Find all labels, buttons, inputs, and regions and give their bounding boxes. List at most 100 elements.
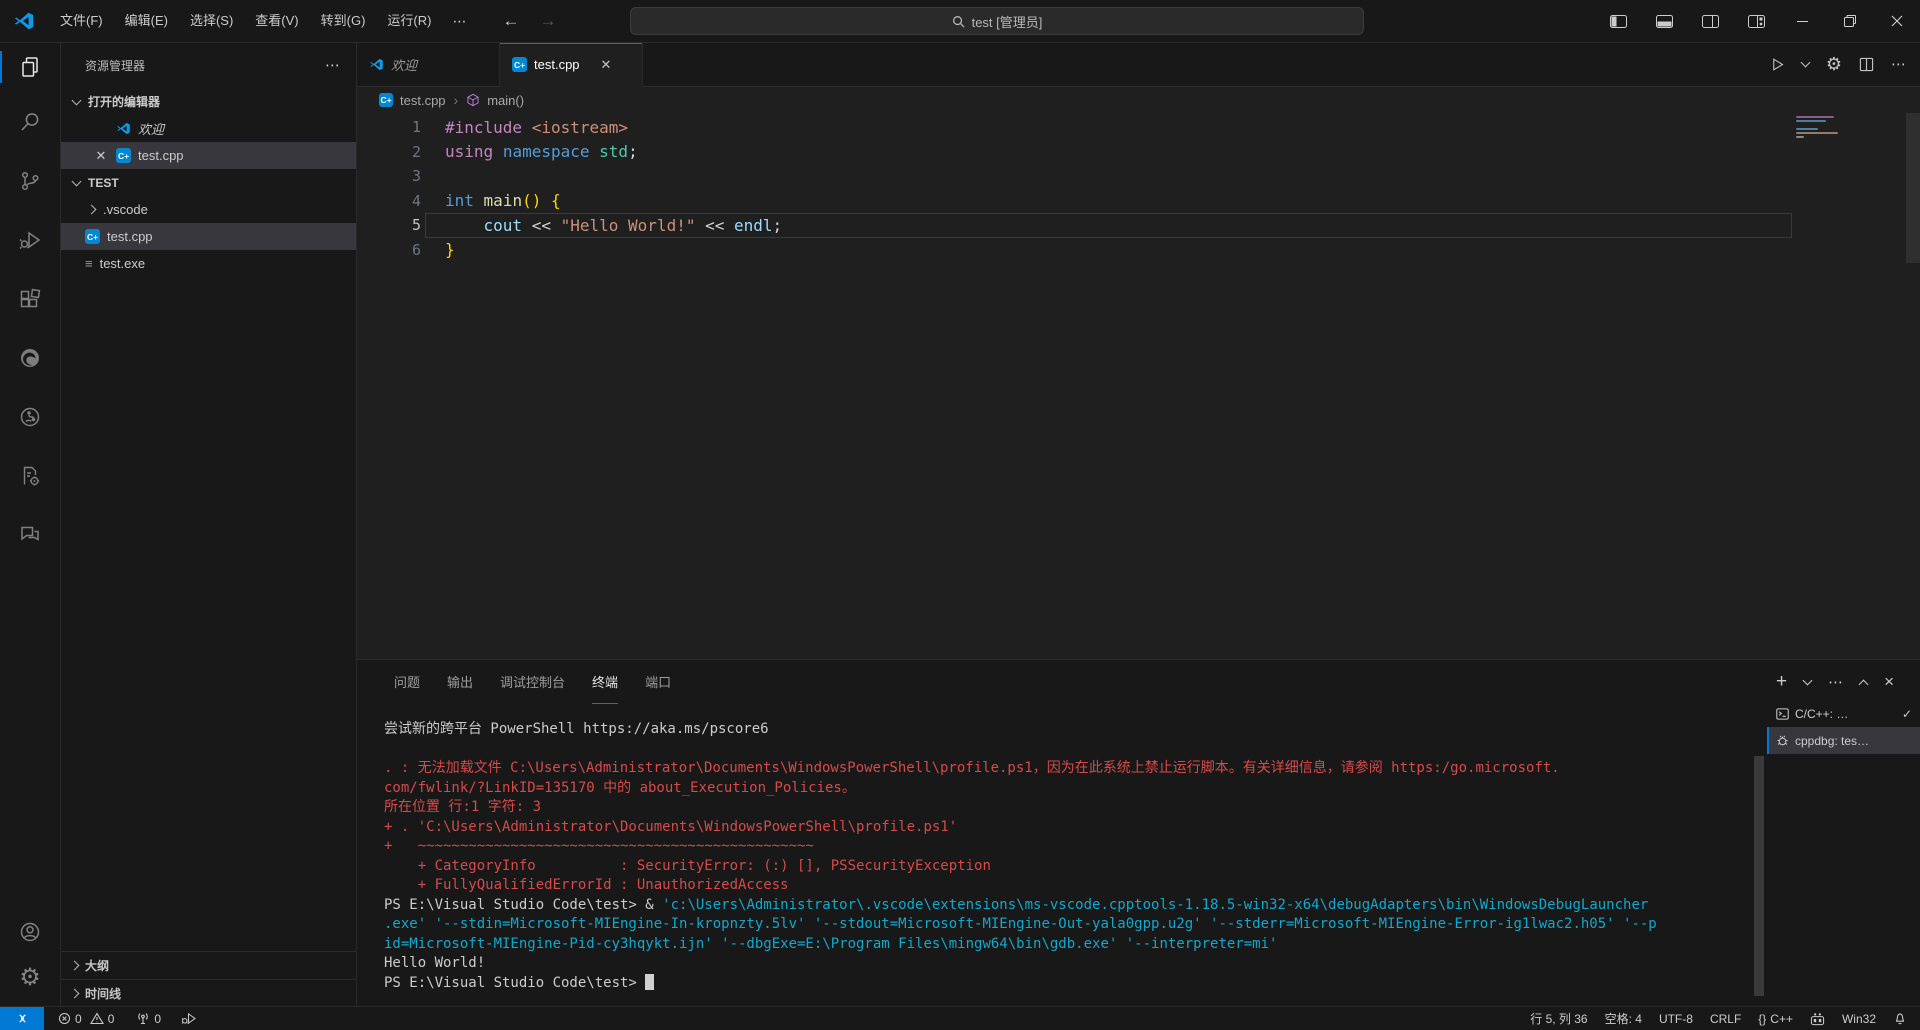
new-terminal-icon[interactable]: + [1776,671,1787,693]
close-window-button[interactable] [1873,0,1920,42]
terminal-line: .exe' '--stdin=Microsoft-MIEngine-In-kro… [384,915,1780,935]
close-panel-icon[interactable]: × [1884,672,1894,692]
menu-item[interactable]: 转到(G) [310,7,377,35]
code-text: #include <iostream> [445,118,628,137]
code-line-6[interactable]: 6} [357,238,1920,263]
tab-welcome[interactable]: 欢迎 [357,42,500,86]
editor-scrollbar[interactable] [1906,113,1920,263]
close-icon[interactable]: ✕ [93,148,109,164]
tab-testcpp[interactable]: test.cpp ✕ [500,42,643,87]
code-line-2[interactable]: 2using namespace std; [357,140,1920,165]
live-share-icon[interactable] [0,387,60,446]
terminal-output[interactable]: 尝试新的跨平台 PowerShell https://aka.ms/pscore… [384,720,1780,993]
code-line-1[interactable]: 1#include <iostream> [357,115,1920,140]
tree-item-vscode-folder[interactable]: .vscode [61,196,356,223]
sidebar-title: 资源管理器 [85,57,145,74]
close-icon[interactable]: ✕ [601,57,612,73]
debug-status[interactable] [181,1012,196,1025]
maximize-panel-icon[interactable] [1859,679,1869,689]
minimap[interactable] [1796,116,1842,140]
terminal-dropdown-icon[interactable] [1803,676,1813,686]
menu-overflow-button[interactable]: ⋯ [442,13,476,30]
menu-item[interactable]: 文件(F) [49,7,114,35]
timeline-section[interactable]: 时间线 [61,979,356,1007]
toggle-secondary-sidebar-icon[interactable] [1687,0,1733,42]
cpp-properties-icon[interactable] [0,446,60,505]
terminal-list-item-cppdbg[interactable]: cppdbg: tes… [1767,727,1920,754]
bell-icon[interactable] [1893,1012,1907,1026]
menu-item[interactable]: 运行(R) [376,7,442,35]
cpptools-icon[interactable] [1810,1012,1825,1026]
panel-tab-terminal[interactable]: 终端 [592,660,618,704]
search-view-icon[interactable] [0,92,60,151]
braces-glyph: {} [1758,1012,1766,1026]
cursor-position[interactable]: 行 5, 列 36 [1530,1010,1587,1027]
edge-tools-icon[interactable] [0,328,60,387]
remote-indicator[interactable] [0,1007,44,1030]
terminal-scrollbar[interactable] [1754,756,1764,996]
run-button-icon[interactable] [1770,57,1785,72]
terminal-list-item-task[interactable]: C/C++: … ✓ [1767,700,1920,727]
open-editor-testcpp[interactable]: ✕ test.cpp [61,142,356,169]
debug-run-icon [181,1012,196,1025]
panel-tab-output[interactable]: 输出 [447,660,473,704]
code-line-5[interactable]: 5 cout << "Hello World!" << endl; [357,213,1920,238]
editor-group: 欢迎 test.cpp ✕ ⚙ ⋯ test.cpp › [357,42,1920,1007]
comments-icon[interactable] [0,505,60,564]
tree-item-testcpp[interactable]: test.cpp [61,223,356,250]
panel-tab-debug-console[interactable]: 调试控制台 [500,660,565,704]
terminal-line: + FullyQualifiedErrorId : UnauthorizedAc… [384,876,1780,896]
menu-item[interactable]: 编辑(E) [114,7,179,35]
configure-icon[interactable]: ⚙ [1826,52,1842,76]
line-number: 2 [357,143,445,161]
folder-section-test[interactable]: TEST [61,169,356,196]
title-bar: 文件(F)编辑(E)选择(S)查看(V)转到(G)运行(R) ⋯ ← → tes… [0,0,1920,43]
panel-tab-problems[interactable]: 问题 [394,660,420,704]
run-dropdown-icon[interactable] [1800,58,1810,68]
breadcrumb-item-file[interactable]: test.cpp [400,93,446,108]
indentation[interactable]: 空格: 4 [1605,1010,1642,1027]
terminal-line: + . 'C:\Users\Administrator\Documents\Wi… [384,818,1780,838]
menu-item[interactable]: 选择(S) [179,7,244,35]
vscode-window: { "title_bar": { "menus": ["文件(F)", "编辑(… [0,0,1920,1030]
code-editor[interactable]: 1#include <iostream>2using namespace std… [357,113,1920,659]
code-line-4[interactable]: 4int main() { [357,189,1920,214]
minimize-button[interactable] [1779,0,1826,42]
open-editors-section[interactable]: 打开的编辑器 [61,88,356,115]
menu-bar: 文件(F)编辑(E)选择(S)查看(V)转到(G)运行(R) [49,7,442,35]
customize-layout-icon[interactable] [1733,0,1779,42]
settings-gear-icon[interactable]: ⚙ [0,955,60,1001]
toggle-sidebar-icon[interactable] [1595,0,1641,42]
panel-actions: + ⋯ × [1776,660,1894,704]
menu-item[interactable]: 查看(V) [244,7,309,35]
breadcrumb: test.cpp › main() [357,87,1920,113]
eol-sequence[interactable]: CRLF [1710,1012,1741,1026]
code-line-3[interactable]: 3 [357,164,1920,189]
encoding[interactable]: UTF-8 [1659,1012,1693,1026]
run-debug-icon[interactable] [0,210,60,269]
explorer-more-icon[interactable]: ⋯ [325,56,340,74]
panel-tab-ports[interactable]: 端口 [645,660,671,704]
window-controls [1595,0,1920,42]
split-editor-icon[interactable] [1859,57,1874,72]
extensions-icon[interactable] [0,269,60,328]
problems-status[interactable]: 0 0 [58,1012,114,1026]
restore-button[interactable] [1826,0,1873,42]
breadcrumb-item-symbol[interactable]: main() [487,93,524,108]
back-button[interactable]: ← [502,11,519,31]
explorer-icon[interactable] [0,42,60,92]
vscode-logo-icon [13,10,35,32]
open-editor-welcome[interactable]: 欢迎 [61,115,356,142]
source-control-icon[interactable] [0,151,60,210]
outline-section[interactable]: 大纲 [61,951,356,979]
more-actions-icon[interactable]: ⋯ [1891,55,1906,73]
platform-target[interactable]: Win32 [1842,1012,1876,1026]
toggle-panel-icon[interactable] [1641,0,1687,42]
account-icon[interactable] [0,909,60,955]
command-center-search[interactable]: test [管理员] [630,7,1364,35]
language-mode[interactable]: {} C++ [1758,1012,1793,1026]
ports-status[interactable]: 0 [136,1012,161,1026]
bug-icon [1776,734,1789,747]
panel-more-icon[interactable]: ⋯ [1828,673,1843,691]
tree-item-testexe[interactable]: test.exe [61,250,356,277]
